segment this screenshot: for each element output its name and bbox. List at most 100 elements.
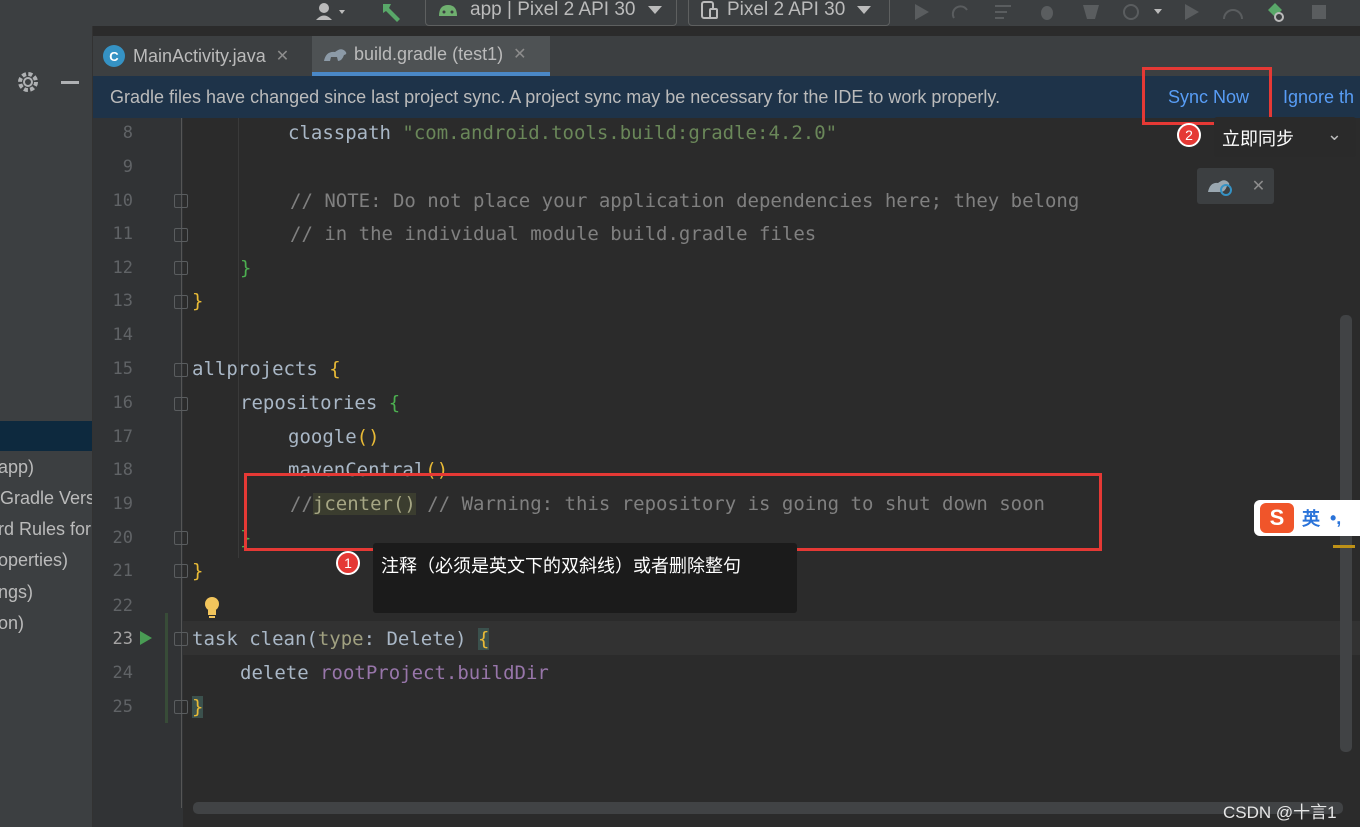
line-number: 19 [112, 494, 133, 514]
tab-label: build.gradle (test1) [354, 43, 504, 64]
ime-mode-label: 英 [1302, 509, 1320, 529]
line-number: 25 [112, 697, 133, 717]
line-number: 15 [112, 359, 133, 379]
android-icon [439, 5, 457, 16]
code-line-16: repositories { [240, 392, 400, 414]
fold-marker[interactable] [174, 194, 188, 208]
lightbulb-icon[interactable] [203, 596, 221, 625]
run-gutter-icon[interactable] [139, 630, 153, 651]
code-line-17: google() [288, 426, 380, 448]
code-line-24: delete rootProject.buildDir [240, 662, 549, 684]
close-icon[interactable]: ✕ [276, 46, 289, 66]
code-token: task clean( [192, 628, 318, 650]
line-number: 12 [112, 258, 133, 278]
code-token: repositories [240, 392, 389, 414]
hammer-icon[interactable] [380, 1, 402, 23]
banner-message: Gradle files have changed since last pro… [110, 87, 1001, 107]
line-number: 14 [112, 325, 133, 345]
code-line-10: // NOTE: Do not place your application d… [290, 190, 1080, 212]
code-line-25: } [192, 696, 204, 718]
project-item[interactable]: app) [0, 457, 92, 478]
vcs-change-marker [165, 613, 168, 723]
project-item[interactable]: operties) [0, 550, 92, 571]
close-icon[interactable]: ✕ [513, 44, 526, 64]
line-number: 22 [112, 596, 133, 616]
fold-marker[interactable] [174, 295, 188, 309]
chevron-down-icon [857, 6, 872, 14]
ime-indicator[interactable]: S 英 •, [1254, 500, 1360, 536]
code-token: google [288, 426, 357, 448]
annotation-badge-2: 2 [1177, 123, 1201, 147]
annotation-badge-1: 1 [336, 551, 360, 575]
code-token: classpath [288, 122, 403, 144]
code-line-13: } [192, 290, 204, 312]
code-line-12: } [240, 257, 252, 279]
code-token: delete [240, 662, 321, 684]
ignore-link[interactable]: Ignore th [1283, 87, 1354, 108]
apply-changes-icon[interactable] [950, 1, 972, 23]
code-line-11: // in the individual module build.gradle… [290, 223, 817, 245]
stop-icon[interactable] [1308, 1, 1330, 23]
project-item[interactable]: rd Rules for [0, 519, 92, 540]
profiler-gauge-icon[interactable] [1222, 1, 1244, 23]
fold-marker[interactable] [174, 261, 188, 275]
chevron-down-icon [647, 6, 662, 14]
fold-marker[interactable] [174, 228, 188, 242]
code-token: allprojects [192, 358, 330, 380]
scroll-marker [1333, 545, 1355, 548]
project-item[interactable]: ngs) [0, 582, 92, 603]
tab-mainactivity[interactable]: C MainActivity.java ✕ [93, 36, 311, 76]
sync-notification-popup: ✕ [1197, 168, 1274, 204]
code-token: { [478, 628, 490, 650]
fold-marker[interactable] [174, 700, 188, 714]
gradle-icon [324, 49, 347, 61]
run-icon[interactable] [910, 1, 932, 23]
gear-icon[interactable] [16, 70, 40, 94]
code-token: { [388, 392, 401, 414]
line-number: 24 [112, 663, 133, 683]
run-config-label: app | Pixel 2 API 30 [470, 0, 636, 20]
profile-icon[interactable] [1080, 1, 1102, 23]
code-line-23: task clean(type: Delete) { [192, 628, 490, 650]
run-tests-icon[interactable] [1180, 1, 1202, 23]
debug-icon[interactable] [1036, 1, 1058, 23]
line-number: 8 [122, 123, 133, 143]
code-token: { [329, 358, 341, 380]
project-item[interactable]: on) [0, 613, 92, 634]
fold-marker[interactable] [174, 632, 188, 646]
line-number: 20 [112, 528, 133, 548]
close-icon[interactable]: ✕ [1252, 176, 1265, 196]
sync-gradle-icon[interactable] [1264, 1, 1286, 23]
project-item[interactable]: Gradle Vers [0, 488, 92, 509]
line-number: 18 [112, 460, 133, 480]
code-line-21: } [192, 560, 204, 582]
apply-code-changes-icon[interactable] [993, 1, 1015, 23]
line-number: 10 [112, 191, 133, 211]
fold-marker[interactable] [174, 397, 188, 411]
annotation-tooltip-1: 注释（必须是英文下的双斜线）或者删除整句 [373, 543, 797, 613]
fold-marker[interactable] [174, 363, 188, 377]
tab-label: MainActivity.java [133, 45, 266, 66]
horizontal-scrollbar[interactable] [193, 802, 1343, 814]
device-label: Pixel 2 API 30 [727, 0, 846, 20]
main-toolbar: app | Pixel 2 API 30 Pixel 2 API 30 [0, 0, 1360, 26]
fold-marker[interactable] [174, 531, 188, 545]
line-number: 9 [122, 157, 133, 177]
user-icon[interactable] [313, 1, 353, 23]
fold-marker[interactable] [174, 564, 188, 578]
line-number: 21 [112, 561, 133, 581]
attach-debugger-icon[interactable] [1118, 1, 1168, 23]
annotation-box-jcenter [244, 473, 1102, 551]
run-config-dropdown[interactable]: app | Pixel 2 API 30 [425, 0, 677, 26]
device-dropdown[interactable]: Pixel 2 API 30 [688, 0, 890, 26]
project-panel-header [0, 62, 92, 102]
annotation-tooltip-2: 立即同步 ⌄ [1214, 117, 1356, 157]
tooltip-text: 注释（必须是英文下的双斜线）或者删除整句 [381, 556, 741, 576]
line-number: 13 [112, 291, 133, 311]
java-class-icon: C [103, 45, 125, 67]
gradle-sync-icon[interactable] [1206, 174, 1234, 198]
project-item-selected[interactable] [0, 421, 92, 451]
minimize-icon[interactable] [61, 81, 79, 84]
tab-build-gradle[interactable]: build.gradle (test1) ✕ [312, 36, 550, 76]
code-line-15: allprojects { [192, 358, 341, 380]
